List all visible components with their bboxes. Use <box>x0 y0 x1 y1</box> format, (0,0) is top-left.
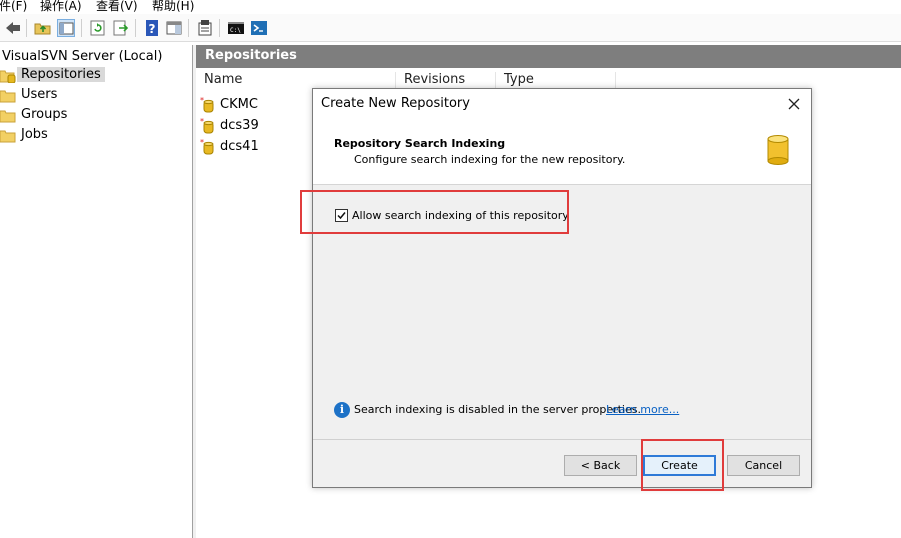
repository-icon: * <box>200 117 216 134</box>
repository-name: dcs39 <box>220 118 259 133</box>
toolbar-separator <box>219 19 220 37</box>
menu-help[interactable]: 帮助(H) <box>152 0 194 14</box>
dialog-titlebar[interactable]: Create New Repository <box>313 89 811 119</box>
learn-more-link[interactable]: Learn more... <box>606 403 679 416</box>
action-pane-icon[interactable] <box>165 19 183 37</box>
folder-icon <box>0 129 16 143</box>
repository-icon: * <box>200 138 216 155</box>
toolbar-separator <box>135 19 136 37</box>
tree-item-label: Users <box>21 87 58 102</box>
toolbar-separator <box>188 19 189 37</box>
tree-root-server[interactable]: VisualSVN Server (Local) <box>2 49 162 64</box>
repositories-folder-icon <box>0 69 16 84</box>
menu-view[interactable]: 查看(V) <box>96 0 138 14</box>
back-button[interactable]: < Back <box>564 455 637 476</box>
svg-text:*: * <box>200 139 204 147</box>
menu-file[interactable]: 件(F) <box>0 0 27 14</box>
dialog-heading: Repository Search Indexing <box>334 137 506 150</box>
back-arrow-icon[interactable] <box>4 19 22 37</box>
console-tree: VisualSVN Server (Local) Repositories Us… <box>0 45 193 538</box>
tree-item-label: Jobs <box>21 127 48 142</box>
allow-indexing-label[interactable]: Allow search indexing of this repository <box>352 209 569 222</box>
console-icon[interactable]: C:\ <box>227 19 245 37</box>
up-folder-icon[interactable] <box>34 19 52 37</box>
tree-item-jobs[interactable]: Jobs <box>0 126 100 145</box>
help-icon[interactable]: ? <box>143 19 161 37</box>
toolbar-separator <box>26 19 27 37</box>
dialog-banner: Repository Search Indexing Configure sea… <box>313 119 811 185</box>
repository-name: dcs41 <box>220 139 259 154</box>
menu-action[interactable]: 操作(A) <box>40 0 82 14</box>
tree-item-label: Groups <box>21 107 68 122</box>
dialog-divider <box>313 439 811 440</box>
dialog-subheading: Configure search indexing for the new re… <box>354 153 626 166</box>
repository-icon: * <box>200 96 216 113</box>
repository-row[interactable]: * CKMC <box>200 95 300 115</box>
export-list-icon[interactable] <box>112 19 130 37</box>
close-icon[interactable] <box>781 92 807 116</box>
menu-bar: 件(F) 操作(A) 查看(V) 帮助(H) <box>0 0 901 14</box>
create-button[interactable]: Create <box>643 455 716 476</box>
toolbar-separator <box>81 19 82 37</box>
svg-text:?: ? <box>149 22 156 36</box>
info-text: Search indexing is disabled in the serve… <box>354 403 641 416</box>
dialog-title: Create New Repository <box>321 96 470 111</box>
folder-icon <box>0 109 16 123</box>
svg-text:C:\: C:\ <box>230 27 241 34</box>
repository-row[interactable]: * dcs39 <box>200 116 300 136</box>
repository-row[interactable]: * dcs41 <box>200 137 300 157</box>
tree-item-groups[interactable]: Groups <box>0 106 100 125</box>
powershell-icon[interactable] <box>250 19 268 37</box>
svg-text:*: * <box>200 118 204 126</box>
panel-title: Repositories <box>196 45 901 68</box>
folder-icon <box>0 89 16 103</box>
info-icon: i <box>334 402 350 418</box>
tree-item-users[interactable]: Users <box>0 86 100 105</box>
tree-item-repositories[interactable]: Repositories <box>0 66 105 85</box>
refresh-icon[interactable] <box>89 19 107 37</box>
tree-item-label: Repositories <box>17 67 105 82</box>
properties-icon[interactable] <box>196 19 214 37</box>
toolbar: ? C:\ <box>0 14 901 42</box>
svg-text:*: * <box>200 97 204 105</box>
database-icon <box>767 135 789 165</box>
allow-indexing-checkbox[interactable] <box>335 209 348 222</box>
create-repository-dialog: Create New Repository Repository Search … <box>312 88 812 488</box>
repository-name: CKMC <box>220 97 258 112</box>
cancel-button[interactable]: Cancel <box>727 455 800 476</box>
show-hide-tree-icon[interactable] <box>57 19 75 37</box>
